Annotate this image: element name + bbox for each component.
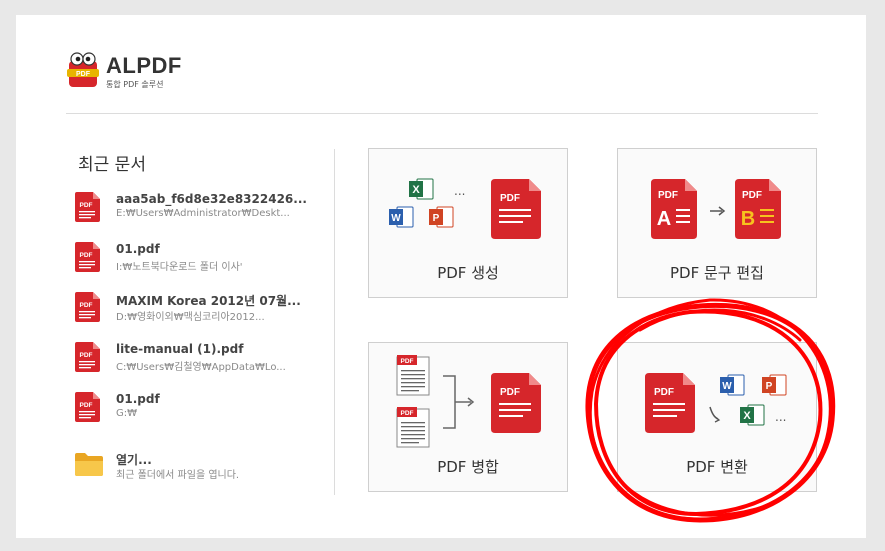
pdf-file-icon: PDF xyxy=(75,242,100,272)
recent-documents-list: PDF aaa5ab_f6d8e32e8322426... E:₩Users₩A… xyxy=(74,187,306,437)
svg-text:P: P xyxy=(766,381,773,392)
svg-text:W: W xyxy=(722,381,732,392)
recent-item[interactable]: PDF lite-manual (1).pdf C:₩Users₩김철영₩App… xyxy=(74,337,304,387)
pdf-file-icon: PDF xyxy=(75,342,100,372)
ppt-icon: P xyxy=(429,206,454,228)
recent-item-path: I:₩노트북다운로드 폴더 이사' xyxy=(116,262,243,273)
main-panel: PDF ALPDF 통합 PDF 솔루션 최근 문서 PDF aaa5ab_f6… xyxy=(16,15,866,538)
svg-text:PDF: PDF xyxy=(654,387,674,398)
svg-text:X: X xyxy=(743,410,751,422)
recent-item-name: lite-manual (1).pdf xyxy=(116,342,244,356)
folder-icon xyxy=(75,453,103,476)
svg-text:PDF: PDF xyxy=(500,193,520,204)
app-subtitle: 통합 PDF 솔루션 xyxy=(106,80,164,89)
open-file-button[interactable]: 열기... 최근 폴더에서 파일을 엽니다. xyxy=(74,451,304,487)
pdf-a-icon: PDF A xyxy=(651,179,697,239)
create-pdf-art: X W P ... PDF xyxy=(389,178,541,239)
convert-pdf-art: PDF W P X ... xyxy=(645,373,787,433)
recent-item-name: MAXIM Korea 2012년 07월... xyxy=(116,294,301,308)
svg-text:P: P xyxy=(433,213,440,224)
svg-text:...: ... xyxy=(454,184,465,198)
recent-item[interactable]: PDF aaa5ab_f6d8e32e8322426... E:₩Users₩A… xyxy=(74,187,306,237)
pdf-b-icon: PDF B xyxy=(735,179,781,239)
pdf-create-tile[interactable]: X W P ... PDF PDF 생성 xyxy=(368,148,568,298)
svg-text:PDF: PDF xyxy=(742,190,762,201)
svg-text:PDF: PDF xyxy=(401,410,414,417)
recent-item-path: G:₩ xyxy=(116,408,138,419)
svg-text:PDF: PDF xyxy=(80,302,93,309)
svg-text:A: A xyxy=(657,208,671,230)
svg-text:W: W xyxy=(391,213,401,224)
document-icon: PDF xyxy=(396,355,430,396)
svg-text:PDF: PDF xyxy=(658,190,678,201)
recent-item-name: aaa5ab_f6d8e32e8322426... xyxy=(116,192,306,206)
svg-text:PDF: PDF xyxy=(80,202,93,209)
pdf-edit-tile[interactable]: PDF A PDF B PDF 문구 편집 xyxy=(617,148,817,298)
pdf-document-icon: PDF xyxy=(645,373,695,433)
pdf-document-icon: PDF xyxy=(491,373,541,433)
svg-text:B: B xyxy=(741,208,755,230)
svg-text:PDF: PDF xyxy=(500,387,520,398)
svg-text:...: ... xyxy=(775,410,786,424)
pdf-convert-tile[interactable]: PDF W P X ... PDF 변환 xyxy=(617,342,817,492)
pdf-merge-label: PDF 병합 xyxy=(437,458,499,476)
pdf-document-icon: PDF xyxy=(491,179,541,239)
merge-pdf-art: PDF PDF PDF xyxy=(396,355,541,448)
recent-item[interactable]: PDF MAXIM Korea 2012년 07월... D:₩영화이외₩맥심코… xyxy=(74,287,304,337)
recent-item-path: E:₩Users₩Administrator₩Deskt... xyxy=(116,208,290,219)
word-icon: W xyxy=(720,374,745,396)
pdf-create-label: PDF 생성 xyxy=(437,264,499,282)
recent-item-name: 01.pdf xyxy=(116,392,160,406)
pdf-merge-tile[interactable]: PDF PDF PDF PDF 병합 xyxy=(368,342,568,492)
svg-text:PDF: PDF xyxy=(76,71,91,78)
pdf-file-icon: PDF xyxy=(75,392,100,422)
arrow-right-icon xyxy=(710,206,726,216)
document-icon: PDF xyxy=(396,407,430,448)
pdf-mascot-icon: PDF xyxy=(67,52,99,87)
header-divider xyxy=(66,113,818,114)
svg-text:PDF: PDF xyxy=(401,358,414,365)
pdf-edit-label: PDF 문구 편집 xyxy=(670,264,764,282)
pdf-file-icon: PDF xyxy=(75,292,100,322)
merge-bracket-icon xyxy=(443,375,475,429)
pdf-file-icon: PDF xyxy=(75,192,100,222)
open-file-description: 최근 폴더에서 파일을 엽니다. xyxy=(116,470,240,481)
svg-text:PDF: PDF xyxy=(80,252,93,259)
excel-icon: X xyxy=(740,404,765,426)
recent-item[interactable]: PDF 01.pdf I:₩노트북다운로드 폴더 이사' xyxy=(74,237,304,287)
app-logo: PDF ALPDF 통합 PDF 솔루션 xyxy=(66,51,266,95)
recent-item-name: 01.pdf xyxy=(116,242,160,256)
svg-text:X: X xyxy=(412,184,420,196)
column-divider xyxy=(334,149,335,495)
word-icon: W xyxy=(389,206,414,228)
excel-icon: X xyxy=(409,178,434,200)
arrow-down-right-icon xyxy=(709,406,721,423)
recent-documents-heading: 최근 문서 xyxy=(78,155,146,175)
edit-pdf-art: PDF A PDF B xyxy=(651,179,781,239)
ppt-icon: P xyxy=(762,374,787,396)
recent-item-path: C:₩Users₩김철영₩AppData₩Lo... xyxy=(116,362,286,373)
svg-text:PDF: PDF xyxy=(80,352,93,359)
pdf-convert-label: PDF 변환 xyxy=(686,458,748,476)
app-title: ALPDF xyxy=(106,53,182,78)
recent-item[interactable]: PDF 01.pdf G:₩ xyxy=(74,387,304,437)
recent-item-path: D:₩영화이외₩맥심코리아2012... xyxy=(116,312,265,323)
svg-text:PDF: PDF xyxy=(80,402,93,409)
